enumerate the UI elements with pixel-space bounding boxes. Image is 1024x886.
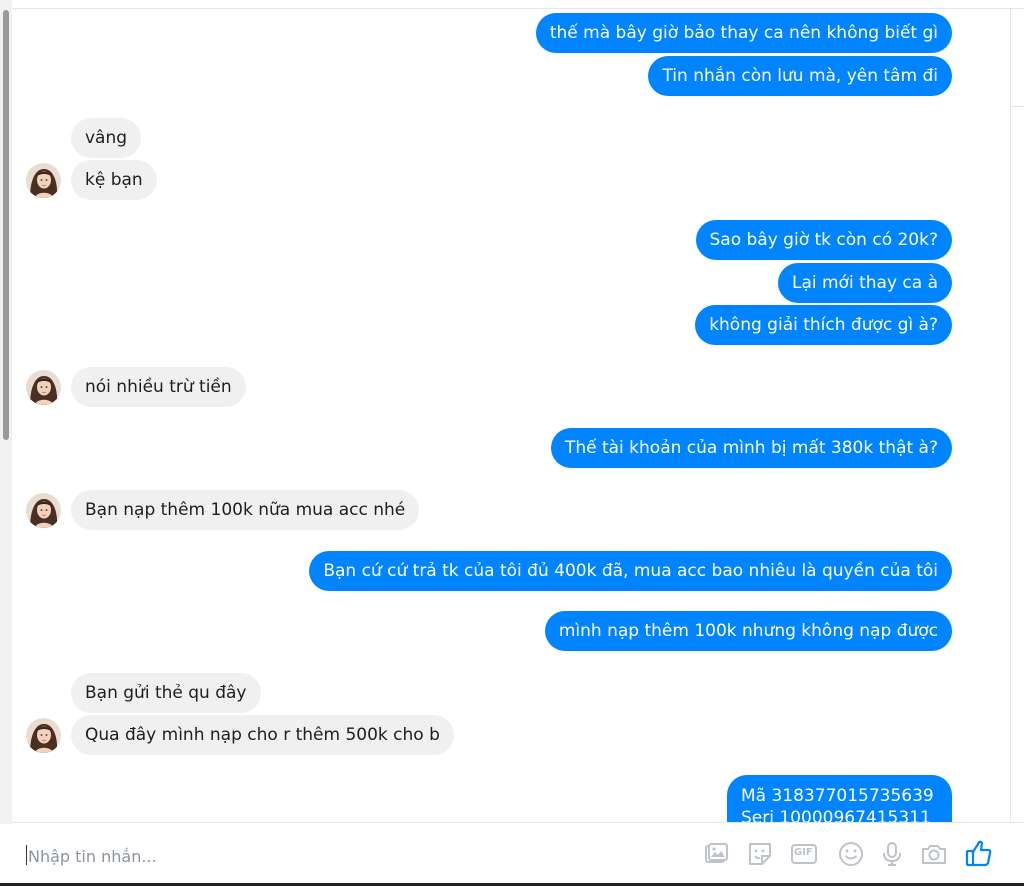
sticker-icon[interactable] — [746, 840, 774, 868]
gif-icon[interactable]: GIF — [790, 840, 818, 868]
chat-window: thế mà bây giờ bảo thay ca nên không biế… — [0, 0, 1024, 886]
scrollbar[interactable] — [0, 0, 12, 824]
avatar[interactable] — [26, 163, 61, 198]
avatar[interactable] — [26, 718, 61, 753]
card-code-line: Mã 318377015735639 — [741, 786, 934, 806]
camera-icon[interactable] — [920, 840, 948, 868]
avatar[interactable] — [26, 493, 61, 528]
incoming-message[interactable]: Qua đây mình nạp cho r thêm 500k cho b — [71, 715, 454, 755]
composer: GIF — [12, 822, 1024, 886]
emoji-icon[interactable] — [837, 840, 865, 868]
avatar-image — [26, 163, 61, 198]
avatar-image — [26, 370, 61, 405]
top-border — [12, 8, 1024, 9]
microphone-icon[interactable] — [878, 840, 906, 868]
outgoing-message[interactable]: mình nạp thêm 100k nhưng không nạp được — [544, 611, 952, 651]
incoming-message[interactable]: Bạn nạp thêm 100k nữa mua acc nhé — [71, 490, 420, 530]
text-caret — [26, 845, 27, 865]
outgoing-message[interactable]: Lại mới thay ca à — [777, 263, 952, 303]
outgoing-message[interactable]: thế mà bây giờ bảo thay ca nên không biế… — [535, 13, 952, 53]
incoming-message[interactable]: Bạn gửi thẻ qu đây — [71, 673, 261, 713]
outgoing-message[interactable]: Bạn cứ cứ trả tk của tôi đủ 400k đã, mua… — [309, 551, 952, 591]
right-divider-tick — [1010, 106, 1024, 107]
avatar[interactable] — [26, 370, 61, 405]
gif-label: GIF — [794, 847, 813, 858]
scrollbar-thumb[interactable] — [3, 10, 9, 440]
incoming-message[interactable]: nói nhiều trừ tiền — [71, 367, 246, 407]
avatar-image — [26, 493, 61, 528]
outgoing-message[interactable]: không giải thích được gì à? — [695, 305, 952, 345]
incoming-message[interactable]: vâng — [71, 118, 142, 158]
incoming-message[interactable]: kệ bạn — [71, 160, 157, 200]
right-divider — [1010, 9, 1011, 824]
outgoing-message[interactable]: Tin nhắn còn lưu mà, yên tâm đi — [648, 56, 952, 96]
message-input[interactable] — [26, 841, 650, 871]
image-icon[interactable] — [702, 840, 730, 868]
thumbs-up-icon[interactable] — [964, 838, 994, 868]
outgoing-message[interactable]: Thế tài khoản của mình bị mất 380k thật … — [550, 428, 952, 468]
outgoing-message[interactable]: Sao bây giờ tk còn có 20k? — [695, 220, 952, 260]
avatar-image — [26, 718, 61, 753]
